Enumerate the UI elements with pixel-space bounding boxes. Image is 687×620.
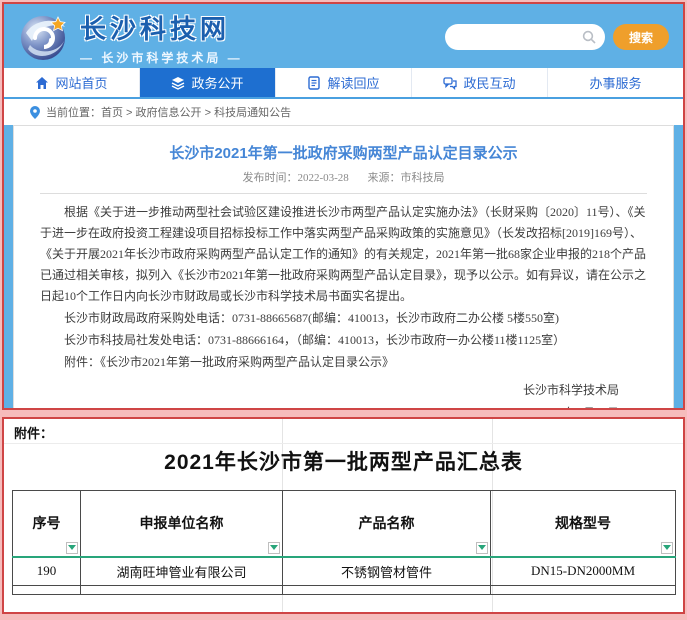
main-nav: 网站首页 政务公开 解读回应 政民互动 bbox=[4, 68, 683, 99]
nav-item-interaction[interactable]: 政民互动 bbox=[412, 68, 548, 97]
home-icon bbox=[35, 76, 49, 90]
attachment-reference: 附件：《长沙市2021年第一批政府采购两型产品认定目录公示》 bbox=[40, 352, 647, 373]
article-card: 长沙市2021年第一批政府采购两型产品认定目录公示 发布时间：2022-03-2… bbox=[13, 125, 674, 410]
attachment-table-title: 2021年长沙市第一批两型产品汇总表 bbox=[4, 442, 683, 484]
publish-date: 发布时间：2022-03-28 bbox=[242, 172, 348, 184]
cell-product: 不锈钢管材管件 bbox=[283, 557, 491, 586]
contact-science-bureau: 长沙市科技局社发处电话：0731-88666164，（邮编：410013，长沙市… bbox=[40, 330, 647, 351]
article-paragraph: 根据《关于进一步推动两型社会试验区建设推进长沙市两型产品认定实施办法》（长财采购… bbox=[40, 202, 647, 307]
breadcrumb[interactable]: 当前位置：首页 > 政府信息公开 > 科技局通知公告 bbox=[4, 99, 683, 125]
layers-icon bbox=[171, 76, 185, 90]
cell-company: 湖南旺坤管业有限公司 bbox=[81, 557, 283, 586]
webpage-screenshot: 长沙科技网 — 长沙市科学技术局 — 搜索 网站首页 bbox=[2, 2, 685, 410]
article-meta: 发布时间：2022-03-28 来源：市科技局 bbox=[40, 169, 647, 193]
divider bbox=[40, 193, 647, 194]
table-row-clipped bbox=[13, 586, 676, 595]
search-input[interactable] bbox=[445, 24, 605, 50]
site-brand[interactable]: 长沙科技网 — 长沙市科学技术局 — bbox=[18, 9, 243, 66]
table-row: 190 湖南旺坤管业有限公司 不锈钢管材管件 DN15-DN2000MM bbox=[13, 557, 676, 586]
col-header-spec: 规格型号 bbox=[491, 491, 676, 557]
nav-item-interpretation[interactable]: 解读回应 bbox=[276, 68, 412, 97]
filter-dropdown-icon[interactable] bbox=[661, 542, 673, 554]
content-belt: 长沙市2021年第一批政府采购两型产品认定目录公示 发布时间：2022-03-2… bbox=[4, 125, 683, 410]
nav-item-gov-disclosure[interactable]: 政务公开 bbox=[140, 68, 276, 97]
search-button[interactable]: 搜索 bbox=[613, 24, 669, 50]
contact-finance-bureau: 长沙市财政局政府采购处电话：0731-88665687(邮编：410013，长沙… bbox=[40, 308, 647, 329]
col-header-serial: 序号 bbox=[13, 491, 81, 557]
article-source: 来源：市科技局 bbox=[368, 172, 445, 184]
search-area: 搜索 bbox=[445, 24, 669, 50]
filter-dropdown-icon[interactable] bbox=[476, 542, 488, 554]
article-title: 长沙市2021年第一批政府采购两型产品认定目录公示 bbox=[40, 136, 647, 169]
site-header: 长沙科技网 — 长沙市科学技术局 — 搜索 bbox=[4, 4, 683, 68]
site-title: 长沙科技网 bbox=[80, 9, 243, 46]
nav-item-services[interactable]: 办事服务 bbox=[548, 68, 683, 97]
col-header-product: 产品名称 bbox=[283, 491, 491, 557]
site-subtitle: — 长沙市科学技术局 — bbox=[80, 49, 243, 66]
section-gap bbox=[2, 410, 685, 417]
table-header-row: 序号 申报单位名称 产品名称 规格型号 bbox=[13, 491, 676, 557]
cell-serial: 190 bbox=[13, 557, 81, 586]
chat-icon bbox=[443, 76, 457, 90]
cell-spec: DN15-DN2000MM bbox=[491, 557, 676, 586]
nav-item-home[interactable]: 网站首页 bbox=[4, 68, 140, 97]
breadcrumb-label: 当前位置：首页 > 政府信息公开 > 科技局通知公告 bbox=[46, 104, 291, 120]
search-icon bbox=[582, 30, 596, 44]
filter-dropdown-icon[interactable] bbox=[268, 542, 280, 554]
location-pin-icon bbox=[30, 106, 40, 119]
signature-org: 长沙市科学技术局 bbox=[40, 373, 647, 398]
filter-dropdown-icon[interactable] bbox=[66, 542, 78, 554]
signature-date: 2022年3月25日 bbox=[40, 398, 647, 410]
site-logo-icon bbox=[18, 11, 70, 63]
attachment-table-screenshot: 附件： 2021年长沙市第一批两型产品汇总表 序号 申报单位名称 产品名称 规格… bbox=[2, 417, 685, 614]
products-table: 序号 申报单位名称 产品名称 规格型号 190 湖南旺坤管业有限公司 不锈钢管材… bbox=[12, 490, 676, 595]
col-header-company: 申报单位名称 bbox=[81, 491, 283, 557]
document-icon bbox=[307, 76, 321, 90]
attachment-label: 附件： bbox=[4, 419, 683, 442]
